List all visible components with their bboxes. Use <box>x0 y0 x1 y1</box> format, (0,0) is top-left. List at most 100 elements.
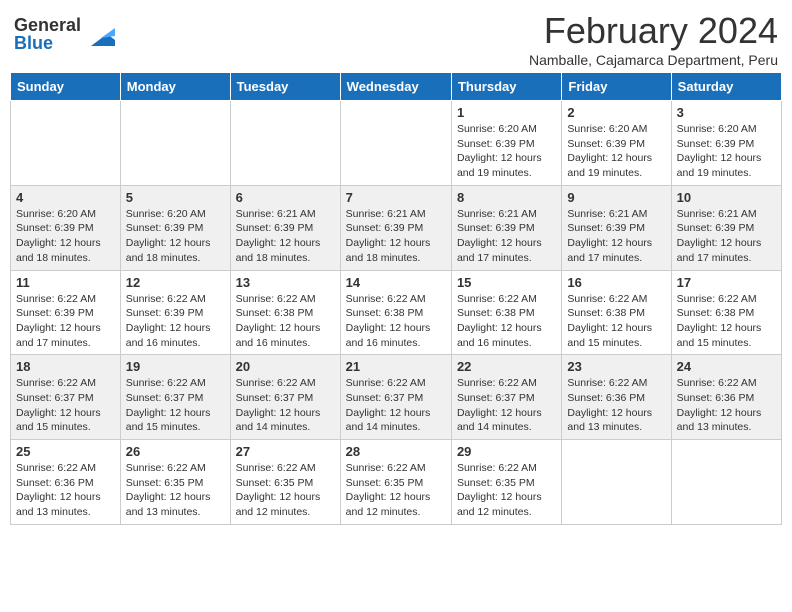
day-number: 23 <box>567 359 665 374</box>
day-info: Sunrise: 6:22 AMSunset: 6:39 PMDaylight:… <box>126 292 225 351</box>
calendar-table: Sunday Monday Tuesday Wednesday Thursday… <box>10 72 782 525</box>
title-block: February 2024 Namballe, Cajamarca Depart… <box>529 10 778 68</box>
calendar-cell: 29 Sunrise: 6:22 AMSunset: 6:35 PMDayligh… <box>451 440 561 525</box>
calendar-cell: 17 Sunrise: 6:22 AMSunset: 6:38 PMDayligh… <box>671 270 781 355</box>
calendar-week-row: 25 Sunrise: 6:22 AMSunset: 6:36 PMDayligh… <box>11 440 782 525</box>
calendar-week-row: 18 Sunrise: 6:22 AMSunset: 6:37 PMDayligh… <box>11 355 782 440</box>
day-info: Sunrise: 6:22 AMSunset: 6:38 PMDaylight:… <box>677 292 776 351</box>
calendar-cell: 3Sunrise: 6:20 AMSunset: 6:39 PMDaylight… <box>671 101 781 186</box>
day-number: 12 <box>126 275 225 290</box>
day-info: Sunrise: 6:22 AMSunset: 6:36 PMDaylight:… <box>16 461 115 520</box>
logo-general-text: General <box>14 16 81 34</box>
day-number: 24 <box>677 359 776 374</box>
day-info: Sunrise: 6:22 AMSunset: 6:35 PMDaylight:… <box>236 461 335 520</box>
day-number: 19 <box>126 359 225 374</box>
location-subtitle: Namballe, Cajamarca Department, Peru <box>529 52 778 68</box>
day-number: 22 <box>457 359 556 374</box>
day-number: 9 <box>567 190 665 205</box>
calendar-cell: 23 Sunrise: 6:22 AMSunset: 6:36 PMDayligh… <box>562 355 671 440</box>
day-number: 26 <box>126 444 225 459</box>
day-info: Sunrise: 6:21 AMSunset: 6:39 PMDaylight:… <box>236 207 335 266</box>
day-info: Sunrise: 6:22 AMSunset: 6:35 PMDaylight:… <box>346 461 446 520</box>
calendar-cell: 19 Sunrise: 6:22 AMSunset: 6:37 PMDayligh… <box>120 355 230 440</box>
calendar-cell: 16 Sunrise: 6:22 AMSunset: 6:38 PMDayligh… <box>562 270 671 355</box>
logo-blue-text: Blue <box>14 34 81 52</box>
day-info: Sunrise: 6:21 AMSunset: 6:39 PMDaylight:… <box>567 207 665 266</box>
day-number: 25 <box>16 444 115 459</box>
day-info: Sunrise: 6:22 AMSunset: 6:37 PMDaylight:… <box>457 376 556 435</box>
calendar-week-row: 11 Sunrise: 6:22 AMSunset: 6:39 PMDayligh… <box>11 270 782 355</box>
day-info: Sunrise: 6:20 AMSunset: 6:39 PMDaylight:… <box>16 207 115 266</box>
col-wednesday: Wednesday <box>340 73 451 101</box>
page-header: General Blue February 2024 Namballe, Caj… <box>10 10 782 68</box>
day-number: 14 <box>346 275 446 290</box>
col-tuesday: Tuesday <box>230 73 340 101</box>
day-number: 15 <box>457 275 556 290</box>
calendar-cell: 27 Sunrise: 6:22 AMSunset: 6:35 PMDayligh… <box>230 440 340 525</box>
calendar-cell: 24 Sunrise: 6:22 AMSunset: 6:36 PMDayligh… <box>671 355 781 440</box>
calendar-week-row: 1 Sunrise: 6:20 AMSunset: 6:39 PMDaylight… <box>11 101 782 186</box>
day-info: Sunrise: 6:22 AMSunset: 6:38 PMDaylight:… <box>236 292 335 351</box>
day-info: Sunrise: 6:22 AMSunset: 6:38 PMDaylight:… <box>346 292 446 351</box>
day-info: Sunrise: 6:22 AMSunset: 6:39 PMDaylight:… <box>16 292 115 351</box>
day-info: Sunrise: 6:22 AMSunset: 6:37 PMDaylight:… <box>126 376 225 435</box>
day-number: 2 <box>567 105 665 120</box>
col-saturday: Saturday <box>671 73 781 101</box>
calendar-cell <box>11 101 121 186</box>
day-info: Sunrise: 6:22 AMSunset: 6:35 PMDaylight:… <box>126 461 225 520</box>
day-info: Sunrise: 6:20 AMSunset: 6:39 PMDaylight:… <box>567 122 665 181</box>
logo: General Blue <box>14 16 115 52</box>
day-info: Sunrise: 6:22 AMSunset: 6:37 PMDaylight:… <box>16 376 115 435</box>
day-info: Sunrise: 6:22 AMSunset: 6:35 PMDaylight:… <box>457 461 556 520</box>
calendar-cell: 6 Sunrise: 6:21 AMSunset: 6:39 PMDaylight… <box>230 185 340 270</box>
month-year-title: February 2024 <box>529 10 778 52</box>
day-info: Sunrise: 6:20 AMSunset: 6:39 PMDaylight:… <box>457 122 556 181</box>
day-number: 21 <box>346 359 446 374</box>
calendar-cell: 12 Sunrise: 6:22 AMSunset: 6:39 PMDayligh… <box>120 270 230 355</box>
calendar-cell: 21 Sunrise: 6:22 AMSunset: 6:37 PMDayligh… <box>340 355 451 440</box>
day-info: Sunrise: 6:22 AMSunset: 6:37 PMDaylight:… <box>346 376 446 435</box>
day-number: 20 <box>236 359 335 374</box>
day-number: 8 <box>457 190 556 205</box>
day-info: Sunrise: 6:22 AMSunset: 6:36 PMDaylight:… <box>677 376 776 435</box>
calendar-cell: 25 Sunrise: 6:22 AMSunset: 6:36 PMDayligh… <box>11 440 121 525</box>
day-info: Sunrise: 6:20 AMSunset: 6:39 PMDaylight:… <box>126 207 225 266</box>
calendar-cell: 7Sunrise: 6:21 AMSunset: 6:39 PMDaylight… <box>340 185 451 270</box>
calendar-cell: 22 Sunrise: 6:22 AMSunset: 6:37 PMDayligh… <box>451 355 561 440</box>
day-number: 5 <box>126 190 225 205</box>
day-number: 1 <box>457 105 556 120</box>
day-number: 28 <box>346 444 446 459</box>
day-info: Sunrise: 6:22 AMSunset: 6:36 PMDaylight:… <box>567 376 665 435</box>
col-friday: Friday <box>562 73 671 101</box>
calendar-cell: 1 Sunrise: 6:20 AMSunset: 6:39 PMDaylight… <box>451 101 561 186</box>
calendar-week-row: 4Sunrise: 6:20 AMSunset: 6:39 PMDaylight… <box>11 185 782 270</box>
day-number: 27 <box>236 444 335 459</box>
day-number: 29 <box>457 444 556 459</box>
day-info: Sunrise: 6:21 AMSunset: 6:39 PMDaylight:… <box>677 207 776 266</box>
day-info: Sunrise: 6:21 AMSunset: 6:39 PMDaylight:… <box>346 207 446 266</box>
day-number: 17 <box>677 275 776 290</box>
calendar-cell: 11 Sunrise: 6:22 AMSunset: 6:39 PMDayligh… <box>11 270 121 355</box>
calendar-cell: 14 Sunrise: 6:22 AMSunset: 6:38 PMDayligh… <box>340 270 451 355</box>
day-number: 11 <box>16 275 115 290</box>
calendar-cell: 5 Sunrise: 6:20 AMSunset: 6:39 PMDaylight… <box>120 185 230 270</box>
calendar-cell: 4Sunrise: 6:20 AMSunset: 6:39 PMDaylight… <box>11 185 121 270</box>
day-number: 6 <box>236 190 335 205</box>
calendar-cell <box>671 440 781 525</box>
calendar-cell <box>562 440 671 525</box>
logo-icon <box>83 18 115 50</box>
day-number: 18 <box>16 359 115 374</box>
day-info: Sunrise: 6:22 AMSunset: 6:38 PMDaylight:… <box>567 292 665 351</box>
day-number: 16 <box>567 275 665 290</box>
day-number: 10 <box>677 190 776 205</box>
col-monday: Monday <box>120 73 230 101</box>
calendar-cell: 10 Sunrise: 6:21 AMSunset: 6:39 PMDayligh… <box>671 185 781 270</box>
calendar-cell <box>340 101 451 186</box>
calendar-cell: 26 Sunrise: 6:22 AMSunset: 6:35 PMDayligh… <box>120 440 230 525</box>
col-sunday: Sunday <box>11 73 121 101</box>
calendar-cell: 28 Sunrise: 6:22 AMSunset: 6:35 PMDayligh… <box>340 440 451 525</box>
calendar-cell: 8Sunrise: 6:21 AMSunset: 6:39 PMDaylight… <box>451 185 561 270</box>
day-info: Sunrise: 6:22 AMSunset: 6:38 PMDaylight:… <box>457 292 556 351</box>
col-thursday: Thursday <box>451 73 561 101</box>
day-number: 3 <box>677 105 776 120</box>
